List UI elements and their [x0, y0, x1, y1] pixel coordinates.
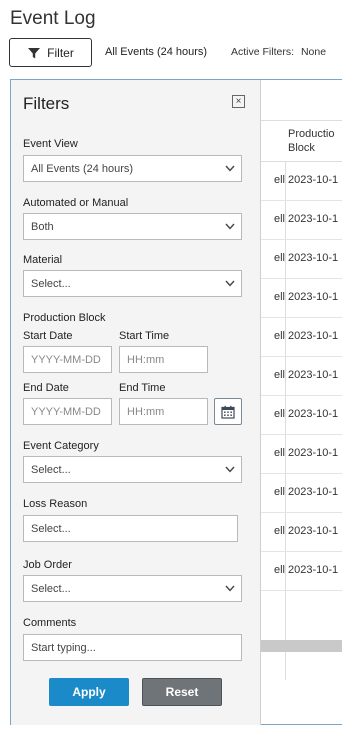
end-time-placeholder: HH:mm [127, 405, 165, 418]
table-cell: ell [273, 486, 285, 498]
table-row[interactable]: ell 2023-10-1 [261, 513, 342, 552]
table-cell: ell [273, 408, 285, 420]
table-cell-date: 2023-10-1 [288, 447, 339, 459]
table-row[interactable]: ell 2023-10-1 [261, 474, 342, 513]
calendar-icon [221, 405, 235, 419]
table-cell: ell [273, 174, 285, 186]
table-row[interactable]: ell 2023-10-1 [261, 162, 342, 201]
end-time-label: End Time [119, 382, 166, 394]
grid-header[interactable]: Productio Block [261, 120, 342, 162]
chevron-down-icon [219, 223, 241, 230]
chevron-down-icon [219, 165, 241, 172]
calendar-button[interactable] [214, 398, 242, 425]
table-cell-date: 2023-10-1 [288, 564, 339, 576]
event-category-label: Event Category [23, 440, 99, 452]
table-cell: ell [273, 213, 285, 225]
table-cell: ell [273, 369, 285, 381]
filters-title: Filters [23, 94, 70, 113]
horizontal-scrollbar[interactable] [261, 640, 342, 652]
column-header-line: Productio [288, 128, 335, 140]
filter-button[interactable]: Filter [9, 38, 92, 67]
end-date-label: End Date [23, 382, 69, 394]
start-date-placeholder: YYYY-MM-DD [31, 353, 101, 366]
material-label: Material [23, 254, 63, 266]
table-row[interactable]: ell 2023-10-1 [261, 552, 342, 591]
automated-manual-label: Automated or Manual [23, 197, 129, 209]
event-category-select[interactable]: Select... [23, 456, 242, 483]
funnel-icon [28, 47, 41, 58]
table-cell-date: 2023-10-1 [288, 408, 339, 420]
table-row[interactable]: ell 2023-10-1 [261, 279, 342, 318]
event-view-summary: All Events (24 hours) [105, 46, 208, 58]
table-cell: ell [273, 291, 285, 303]
table-row[interactable]: ell 2023-10-1 [261, 240, 342, 279]
loss-reason-label: Loss Reason [23, 498, 88, 510]
comments-label: Comments [23, 617, 77, 629]
table-cell-date: 2023-10-1 [288, 330, 339, 342]
column-header-production-block[interactable]: Productio Block [288, 127, 342, 155]
job-order-label: Job Order [23, 559, 72, 571]
column-header-line: Block [288, 142, 315, 154]
event-view-value: All Events (24 hours) [31, 162, 134, 175]
chevron-down-icon [219, 585, 241, 592]
active-filters-label: Active Filters: [231, 46, 295, 58]
table-cell-date: 2023-10-1 [288, 291, 339, 303]
event-view-label: Event View [23, 138, 78, 150]
table-cell: ell [273, 252, 285, 264]
apply-button[interactable]: Apply [49, 678, 129, 706]
end-date-field[interactable]: YYYY-MM-DD [23, 398, 112, 425]
toolbar: Filter All Events (24 hours) Active Filt… [0, 38, 342, 68]
table-row[interactable]: ell 2023-10-1 [261, 435, 342, 474]
end-time-field[interactable]: HH:mm [119, 398, 208, 425]
chevron-down-icon [219, 466, 241, 473]
table-cell: ell [273, 447, 285, 459]
table-cell: ell [273, 525, 285, 537]
table-cell-date: 2023-10-1 [288, 369, 339, 381]
table-row[interactable]: ell 2023-10-1 [261, 201, 342, 240]
page-title: Event Log [10, 8, 96, 29]
job-order-value: Select... [31, 582, 71, 595]
table-row[interactable]: ell 2023-10-1 [261, 357, 342, 396]
table-cell-date: 2023-10-1 [288, 174, 339, 186]
event-grid: Productio Block ell 2023-10-1 ell 2023-1… [261, 120, 342, 680]
table-cell: ell [273, 330, 285, 342]
automated-manual-value: Both [31, 220, 54, 233]
table-cell: ell [273, 564, 285, 576]
table-cell-date: 2023-10-1 [288, 213, 339, 225]
comments-field[interactable]: Start typing... [23, 634, 242, 661]
end-date-placeholder: YYYY-MM-DD [31, 405, 101, 418]
close-icon[interactable]: × [232, 95, 245, 108]
active-filters: Active Filters: None [231, 46, 326, 58]
table-row[interactable]: ell 2023-10-1 [261, 318, 342, 357]
table-cell-date: 2023-10-1 [288, 486, 339, 498]
active-filters-value: None [300, 46, 327, 58]
reset-button[interactable]: Reset [142, 678, 222, 706]
filters-panel: Filters × Event View All Events (24 hour… [11, 80, 261, 725]
start-time-label: Start Time [119, 330, 170, 342]
table-row[interactable]: ell 2023-10-1 [261, 396, 342, 435]
event-view-select[interactable]: All Events (24 hours) [23, 155, 242, 182]
start-time-field[interactable]: HH:mm [119, 346, 208, 373]
material-value: Select... [31, 277, 71, 290]
start-time-placeholder: HH:mm [127, 353, 165, 366]
table-cell-date: 2023-10-1 [288, 252, 339, 264]
start-date-label: Start Date [23, 330, 73, 342]
start-date-field[interactable]: YYYY-MM-DD [23, 346, 112, 373]
table-cell-date: 2023-10-1 [288, 525, 339, 537]
loss-reason-value: Select... [31, 522, 71, 535]
comments-placeholder: Start typing... [31, 641, 96, 654]
material-select[interactable]: Select... [23, 270, 242, 297]
chevron-down-icon [219, 280, 241, 287]
automated-manual-select[interactable]: Both [23, 213, 242, 240]
job-order-select[interactable]: Select... [23, 575, 242, 602]
loss-reason-field[interactable]: Select... [23, 515, 238, 542]
event-category-value: Select... [31, 463, 71, 476]
filter-button-label: Filter [47, 45, 74, 60]
production-block-label: Production Block [23, 312, 106, 324]
